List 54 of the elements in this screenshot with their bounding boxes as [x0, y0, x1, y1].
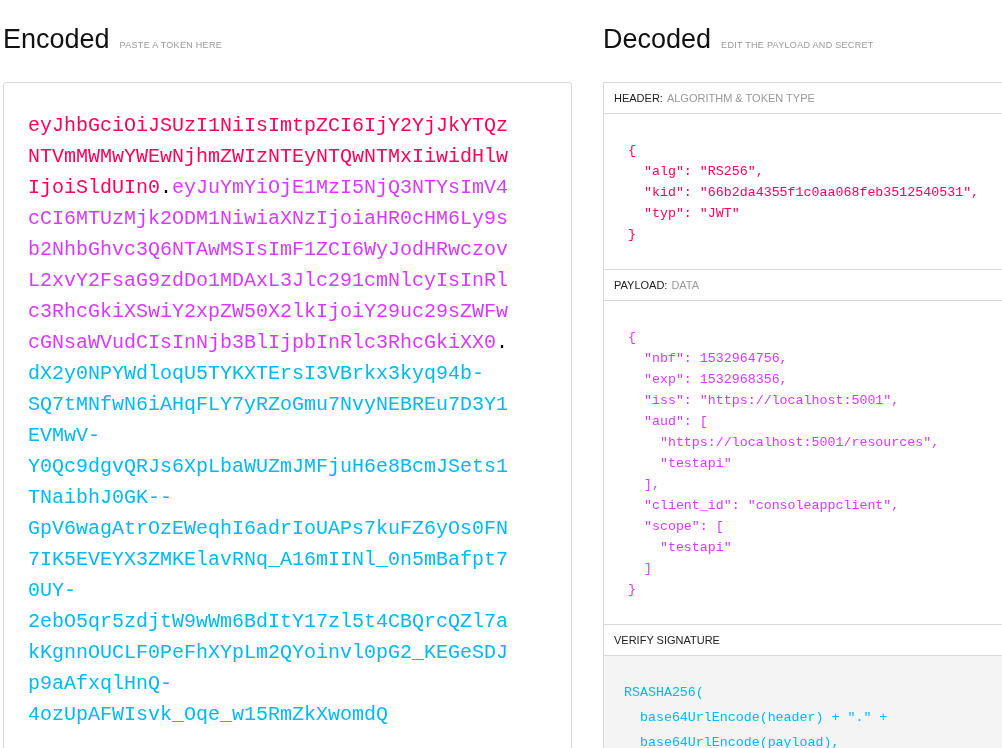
token-line: Y0Qc9dgvQRJs6XpLbaWUZmJMFjuH6e8BcmJSets1	[28, 454, 510, 480]
code-line: "iss": "https://localhost:5001",	[642, 392, 901, 410]
token-line: 0UY-	[28, 578, 77, 604]
token-line: 4ozUpAFWIsvk_Oqe_w15RmZkXwomdQ	[28, 702, 390, 728]
code-line: "https://localhost:5001/resources",	[658, 434, 941, 452]
token-line: NTVmMWMwYWEwNjhmZWIzNTEyNTQwNTMxIiwidHlw	[28, 144, 510, 170]
code-editor[interactable]: RSASHA256( base64UrlEncode(header) + "." + base64UrlEncode(payload),	[604, 656, 1002, 748]
code-line: "typ": "JWT"	[642, 205, 741, 223]
code-line: "testapi"	[658, 455, 733, 473]
section-sublabel: ALGORITHM & TOKEN TYPE	[666, 92, 815, 104]
token-line: c3RhcGkiXSwiY2xpZW50X2lkIjoiY29uc29sZWFw	[28, 299, 510, 325]
token-line: SQ7tMNfwN6iAHqFLY7yRZoGmu7NvyNEBREu7D3Y1	[28, 392, 510, 418]
code-line: {	[628, 329, 637, 347]
section-title: Decoded	[603, 24, 712, 55]
code-line: "scope": [	[642, 518, 725, 536]
section-subtitle: PASTE A TOKEN HERE	[119, 40, 223, 50]
token-input[interactable]	[3, 82, 572, 748]
code-line: RSASHA256(	[624, 684, 705, 702]
code-line: base64UrlEncode(header) + "." +	[638, 709, 889, 727]
code-editor[interactable]: { "nbf": 1532964756, "exp": 1532968356, "iss": "https://localhost:5001", "aud": [ "https://localhost:5001/resources", "testapi" ], "client_id": "consoleappclient", "scope": [ "testapi" ] }	[604, 301, 1002, 625]
token-line: eyJhbGciOiJSUzI1NiIsImtpZCI6IjY2YjJkYTQz	[28, 113, 510, 139]
code-line: }	[628, 581, 637, 599]
token-line: GpV6wagAtrOzEWeqhI6adrIoUAPs7kuFZ6yOs0FN	[28, 516, 510, 542]
code-line: "aud": [	[642, 413, 709, 431]
code-line: "testapi"	[658, 539, 733, 557]
section-title: Encoded	[3, 24, 110, 55]
section-subtitle: EDIT THE PAYLOAD AND SECRET	[721, 40, 874, 50]
code-editor[interactable]: { "alg": "RS256", "kid": "66b2da4355f1c0aa068feb3512540531", "typ": "JWT" }	[604, 114, 1002, 270]
token-line: EVMwV-	[28, 423, 101, 449]
section-label: VERIFY SIGNATURE	[614, 634, 720, 646]
token-line: 2ebO5qr5zdjtW9wWm6BdItY17zl5t4CBQrcQZl7a	[28, 609, 510, 635]
token-line: IjoiSldUIn0.eyJuYmYiOjE1MzI5NjQ3NTYsImV4	[28, 175, 510, 201]
code-line: ]	[642, 560, 653, 578]
code-line: ],	[642, 476, 661, 494]
code-line: }	[628, 226, 637, 244]
code-line: "alg": "RS256",	[642, 163, 765, 181]
section-label: PAYLOAD:	[614, 279, 668, 291]
code-line: "client_id": "consoleappclient",	[642, 497, 901, 515]
token-line: cCI6MTUzMjk2ODM1NiwiaXNzIjoiaHR0cHM6Ly9s	[28, 206, 510, 232]
section-sublabel: DATA	[671, 279, 700, 291]
code-line: "exp": 1532968356,	[642, 371, 789, 389]
code-line: "kid": "66b2da4355f1c0aa068feb3512540531",	[642, 184, 981, 202]
code-line: {	[628, 142, 637, 160]
token-line: TNaibhJ0GK--	[28, 485, 174, 511]
token-line: 7IK5EVEYX3ZMKElavRNq_A16mIINl_0n5mBafpt7	[28, 547, 510, 573]
token-line: dX2y0NPYWdloqU5TYKXTErsI3VBrkx3kyq94b-	[28, 361, 486, 387]
token-line: cGNsaWVudCIsInNjb3BlIjpbInRlc3RhcGkiXX0.	[28, 330, 510, 356]
token-line: b2NhbGhvc3Q6NTAwMSIsImF1ZCI6WyJodHRwczov	[28, 237, 510, 263]
code-line: "nbf": 1532964756,	[642, 350, 789, 368]
token-line: L2xvY2FsaG9zdDo1MDAxL3Jlc291cmNlcyIsInRl	[28, 268, 510, 294]
token-line: p9aAfxqlHnQ-	[28, 671, 174, 697]
token-line: kKgnnOUCLF0PeFhXYpLm2QYoinvl0pG2_KEGeSDJ	[28, 640, 510, 666]
code-line: base64UrlEncode(payload),	[638, 734, 841, 748]
section-label: HEADER:	[614, 92, 663, 104]
